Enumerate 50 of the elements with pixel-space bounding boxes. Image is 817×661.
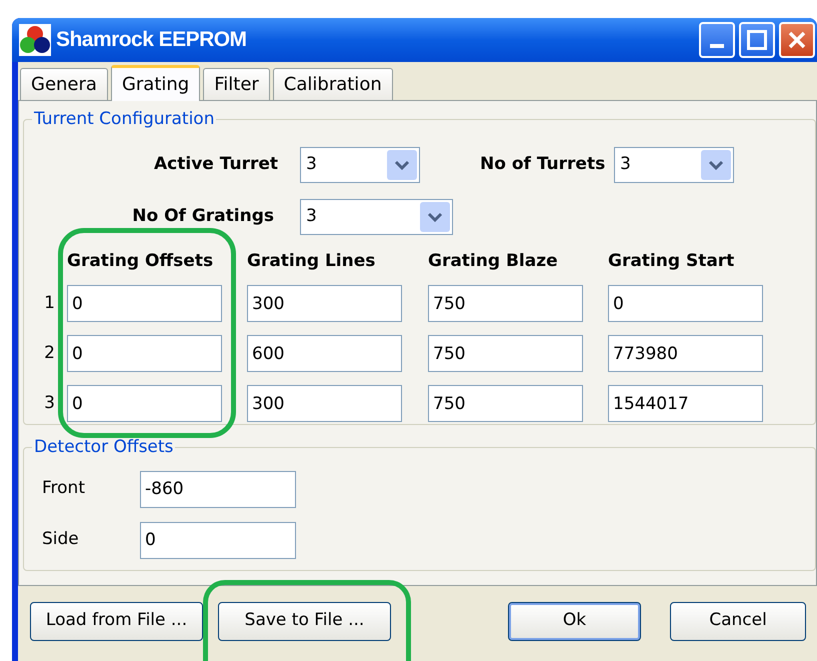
chevron-down-icon [420, 202, 450, 232]
input-field[interactable]: 750 [428, 335, 583, 372]
row-number: 2 [44, 342, 55, 365]
tab[interactable]: Calibration [272, 68, 393, 100]
input-field[interactable]: 300 [247, 285, 402, 322]
close-button[interactable] [779, 22, 815, 58]
maximize-button[interactable] [739, 22, 775, 58]
row-number: 3 [44, 392, 55, 415]
field-label: Front [42, 477, 86, 500]
dropdown[interactable]: 3 [300, 198, 453, 234]
column-header: Grating Offsets [67, 250, 214, 272]
input-field[interactable]: 600 [247, 335, 402, 372]
dialog-button[interactable]: Cancel [670, 602, 806, 640]
tab[interactable]: Filter [203, 68, 270, 100]
chevron-down-icon [701, 150, 731, 180]
input-field[interactable]: 0 [608, 285, 763, 322]
input-field[interactable]: 1544017 [608, 385, 763, 422]
maximize-icon [747, 30, 767, 50]
dropdown[interactable]: 3 [614, 146, 734, 182]
column-header: Grating Start [608, 250, 736, 272]
dialog-button[interactable]: Load from File ... [30, 602, 203, 640]
input-field[interactable]: -860 [140, 470, 296, 508]
dialog-button[interactable]: Save to File ... [218, 602, 391, 640]
close-icon [787, 30, 807, 50]
dialog-button[interactable]: Ok [508, 602, 641, 640]
input-field[interactable]: 0 [67, 385, 222, 422]
group-title: Turrent Configuration [33, 108, 216, 131]
column-header: Grating Blaze [428, 250, 559, 272]
dropdown[interactable]: 3 [300, 146, 420, 182]
field-label: Side [42, 528, 80, 552]
input-field[interactable]: 773980 [608, 335, 763, 372]
minimize-icon [710, 44, 724, 48]
row-number: 1 [44, 292, 55, 315]
input-field[interactable]: 750 [428, 385, 583, 422]
group-title: Detector Offsets [33, 436, 174, 459]
field-label: No of Turrets [480, 152, 606, 176]
column-header: Grating Lines [247, 250, 376, 272]
field-label: Active Turret [154, 152, 278, 176]
window-title: Shamrock EEPROM [56, 27, 247, 54]
chevron-down-icon [387, 150, 417, 180]
input-field[interactable]: 300 [247, 385, 402, 422]
input-field[interactable]: 750 [428, 285, 583, 322]
input-field[interactable]: 0 [67, 335, 222, 372]
tab[interactable]: Grating [110, 65, 200, 101]
tab[interactable]: Genera [20, 68, 108, 100]
input-field[interactable]: 0 [67, 285, 222, 322]
field-label: No Of Gratings [132, 204, 274, 228]
input-field[interactable]: 0 [140, 522, 296, 558]
app-icon [19, 24, 51, 56]
minimize-button[interactable] [699, 22, 735, 58]
